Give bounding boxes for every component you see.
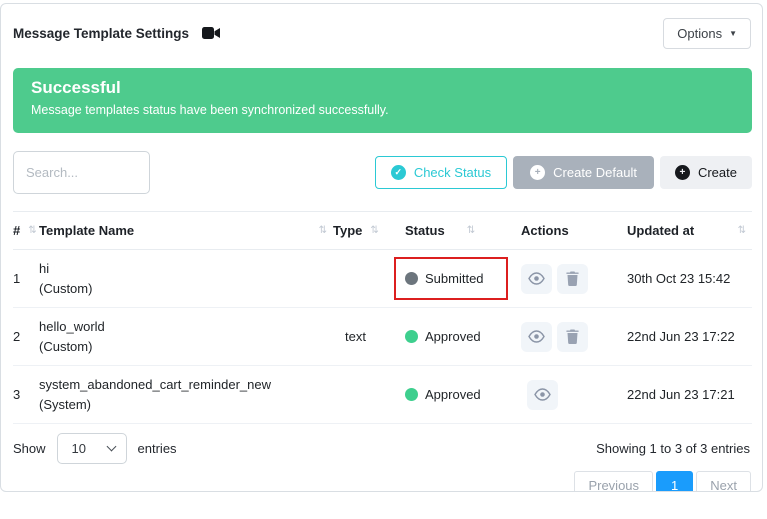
sort-icon[interactable]: ⇅ <box>319 225 327 236</box>
page-size-value: 10 <box>72 441 86 456</box>
view-button[interactable] <box>527 380 558 410</box>
updated-at-cell: 22nd Jun 23 17:21 <box>627 387 752 402</box>
create-default-button[interactable]: + Create Default <box>513 156 654 189</box>
toolbar-buttons: ✓ Check Status + Create Default + Create <box>375 156 752 189</box>
template-name: hello_world <box>39 317 333 337</box>
status-label: Approved <box>425 329 481 344</box>
eye-icon <box>528 330 545 343</box>
sort-icon[interactable]: ⇅ <box>738 225 746 236</box>
updated-at-cell: 22nd Jun 23 17:22 <box>627 329 752 344</box>
entries-summary: Showing 1 to 3 of 3 entries <box>596 441 750 456</box>
plus-circle-icon: + <box>530 165 545 180</box>
chevron-down-icon <box>106 442 116 452</box>
delete-button[interactable] <box>557 322 588 352</box>
status-cell: Submitted <box>399 257 515 300</box>
trash-icon <box>566 271 579 286</box>
header-num[interactable]: # ⇅ <box>13 223 39 238</box>
table-row: 3 system_abandoned_cart_reminder_new (Sy… <box>13 366 752 424</box>
template-name-cell: hello_world (Custom) <box>39 317 333 357</box>
row-number: 2 <box>13 329 39 344</box>
table-row: 1 hi (Custom) Submitted 30th Oct <box>13 250 752 308</box>
page-title: Message Template Settings <box>13 26 189 41</box>
pagination: Previous 1 Next <box>13 471 751 492</box>
templates-table: # ⇅ Template Name ⇅ Type ⇅ Status ⇅ Acti… <box>13 211 752 424</box>
show-label: Show <box>13 441 46 456</box>
trash-icon <box>566 329 579 344</box>
plus-circle-icon: + <box>675 165 690 180</box>
status-label: Approved <box>425 387 481 402</box>
alert-title: Successful <box>31 78 734 98</box>
status-dot-icon <box>405 388 418 401</box>
updated-at-cell: 30th Oct 23 15:42 <box>627 271 752 286</box>
template-origin: (Custom) <box>39 279 333 299</box>
page-size-control: Show 10 entries <box>13 433 177 464</box>
header-updated-at[interactable]: Updated at ⇅ <box>627 223 752 238</box>
view-button[interactable] <box>521 264 552 294</box>
row-number: 3 <box>13 387 39 402</box>
actions-cell <box>515 322 627 352</box>
eye-icon <box>534 388 551 401</box>
template-origin: (System) <box>39 395 333 415</box>
template-origin: (Custom) <box>39 337 333 357</box>
table-footer: Show 10 entries Showing 1 to 3 of 3 entr… <box>13 433 752 464</box>
template-name-cell: hi (Custom) <box>39 259 333 299</box>
alert-message: Message templates status have been synch… <box>31 103 734 117</box>
header-status[interactable]: Status ⇅ <box>399 223 515 238</box>
entries-label: entries <box>138 441 177 456</box>
status-badge: Approved <box>405 329 481 344</box>
options-label: Options <box>677 26 722 41</box>
success-alert: Successful Message templates status have… <box>13 68 752 133</box>
actions-cell <box>515 264 627 294</box>
page-size-select[interactable]: 10 <box>57 433 127 464</box>
row-number: 1 <box>13 271 39 286</box>
current-page-button[interactable]: 1 <box>656 471 693 492</box>
table-header-row: # ⇅ Template Name ⇅ Type ⇅ Status ⇅ Acti… <box>13 211 752 250</box>
search-input[interactable] <box>13 151 150 194</box>
template-name: hi <box>39 259 333 279</box>
table-row: 2 hello_world (Custom) text Approved <box>13 308 752 366</box>
actions-cell <box>515 380 627 410</box>
toolbar: ✓ Check Status + Create Default + Create <box>13 151 752 194</box>
create-button[interactable]: + Create <box>660 156 752 189</box>
status-badge-highlighted: Submitted <box>394 257 508 300</box>
create-default-label: Create Default <box>553 165 637 180</box>
sort-icon[interactable]: ⇅ <box>467 225 475 236</box>
template-name-cell: system_abandoned_cart_reminder_new (Syst… <box>39 375 333 415</box>
status-badge: Approved <box>405 387 481 402</box>
next-page-button[interactable]: Next <box>696 471 751 492</box>
create-label: Create <box>698 165 737 180</box>
header-type[interactable]: Type ⇅ <box>333 223 399 238</box>
status-dot-icon <box>405 330 418 343</box>
video-camera-icon <box>202 26 221 40</box>
message-template-settings-card: Message Template Settings Options ▼ Succ… <box>0 3 763 492</box>
eye-icon <box>528 272 545 285</box>
check-status-label: Check Status <box>414 165 491 180</box>
options-button[interactable]: Options ▼ <box>663 18 751 49</box>
previous-page-button[interactable]: Previous <box>574 471 653 492</box>
status-cell: Approved <box>399 329 515 344</box>
status-label: Submitted <box>425 271 484 286</box>
sort-icon[interactable]: ⇅ <box>28 225 36 236</box>
topbar: Message Template Settings Options ▼ <box>13 15 752 51</box>
sort-icon[interactable]: ⇅ <box>370 225 378 236</box>
delete-button[interactable] <box>557 264 588 294</box>
status-cell: Approved <box>399 387 515 402</box>
template-name: system_abandoned_cart_reminder_new <box>39 375 333 395</box>
title-wrap: Message Template Settings <box>13 26 221 41</box>
check-circle-icon: ✓ <box>391 165 406 180</box>
status-dot-icon <box>405 272 418 285</box>
view-button[interactable] <box>521 322 552 352</box>
chevron-down-icon: ▼ <box>729 29 737 38</box>
type-cell: text <box>333 329 399 344</box>
check-status-button[interactable]: ✓ Check Status <box>375 156 507 189</box>
header-template-name[interactable]: Template Name ⇅ <box>39 223 333 238</box>
header-actions: Actions <box>515 223 627 238</box>
